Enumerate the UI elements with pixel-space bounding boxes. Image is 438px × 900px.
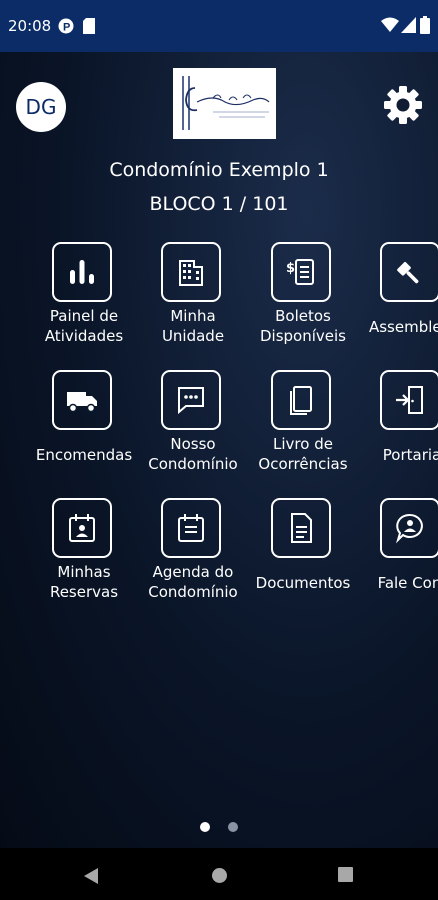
home-icon[interactable]	[212, 868, 227, 883]
tile-icon-box	[52, 370, 112, 430]
tile-icon-box	[380, 370, 438, 430]
menu-tile-nosso-condominio[interactable]: Nosso Condomínio	[138, 370, 248, 490]
company-logo	[173, 68, 276, 139]
tile-label: Nosso Condomínio	[148, 435, 238, 473]
invoice-icon: $	[286, 259, 314, 285]
tile-icon-box	[271, 498, 331, 558]
tile-label: Agenda do Condomínio	[148, 563, 238, 601]
contact-icon	[395, 513, 423, 544]
sim-card-icon	[83, 18, 95, 38]
menu-tile-portaria[interactable]: Portaria	[357, 370, 438, 490]
status-bar: 20:08 P	[0, 0, 438, 52]
menu-tile-agenda-do-condominio[interactable]: Agenda do Condomínio	[138, 498, 248, 618]
condominium-name: Condomínio Exemplo 1	[109, 159, 329, 181]
status-time: 20:08	[8, 17, 52, 35]
recents-icon[interactable]	[338, 867, 353, 882]
tile-label: Livro de Ocorrências	[258, 435, 348, 473]
tile-icon-box	[161, 370, 221, 430]
tile-label: Painel de Atividades	[44, 307, 124, 345]
truck-icon	[67, 392, 97, 413]
page-indicator-2[interactable]	[228, 822, 238, 832]
document-icon	[291, 513, 312, 543]
building-icon	[179, 260, 203, 286]
tile-label: Assembleia	[368, 318, 438, 336]
tile-icon-box	[52, 242, 112, 302]
tile-label: Documentos	[255, 574, 351, 592]
menu-tile-assembleia[interactable]: Assembleia	[357, 242, 438, 362]
bar-chart-icon	[70, 260, 94, 284]
page-indicator-1[interactable]	[200, 822, 210, 832]
settings-button[interactable]	[383, 85, 423, 125]
menu-tile-documentos[interactable]: Documentos	[248, 498, 358, 618]
tile-label: Fale Com	[377, 574, 438, 592]
calendar-icon	[178, 514, 204, 542]
avatar[interactable]: DG	[16, 82, 66, 132]
menu-tile-encomendas[interactable]: Encomendas	[29, 370, 139, 490]
chat-icon	[178, 387, 204, 415]
tile-label: Boletos Disponíveis	[260, 307, 346, 345]
tile-icon-box: $	[271, 242, 331, 302]
svg-text:$: $	[286, 261, 295, 276]
tile-icon-box	[161, 498, 221, 558]
book-icon	[290, 386, 312, 415]
avatar-initials: DG	[25, 95, 57, 119]
door-icon	[396, 386, 423, 414]
menu-tile-minha-unidade[interactable]: Minha Unidade	[138, 242, 248, 362]
tile-label: Minha Unidade	[161, 307, 225, 345]
tile-icon-box	[271, 370, 331, 430]
tile-icon-box	[380, 242, 438, 302]
app-screen: 20:08 P DG Condomínio Exemplo 1 BLOCO 1 …	[0, 0, 438, 900]
gear-icon	[384, 86, 422, 124]
home-screen: DG Condomínio Exemplo 1 BLOCO 1 / 101 Pa…	[0, 52, 438, 848]
back-icon[interactable]	[84, 868, 98, 889]
tile-label: Portaria	[382, 446, 438, 464]
signal-icon	[401, 17, 416, 37]
svg-text:P: P	[63, 22, 70, 34]
tile-label: Minhas Reservas	[49, 563, 119, 601]
calendar-person-icon	[69, 514, 95, 542]
gavel-icon	[397, 262, 419, 284]
tile-icon-box	[161, 242, 221, 302]
menu-tile-livro-de-ocorrencias[interactable]: Livro de Ocorrências	[248, 370, 358, 490]
tile-label: Encomendas	[35, 446, 133, 464]
tile-icon-box	[380, 498, 438, 558]
battery-icon	[420, 16, 430, 38]
unit-name: BLOCO 1 / 101	[149, 193, 289, 215]
wifi-icon	[381, 17, 399, 37]
notification-p-icon: P	[58, 18, 74, 38]
menu-tile-boletos-disponiveis[interactable]: $ Boletos Disponíveis	[248, 242, 358, 362]
menu-tile-fale-com[interactable]: Fale Com	[357, 498, 438, 618]
menu-tile-minhas-reservas[interactable]: Minhas Reservas	[29, 498, 139, 618]
tile-icon-box	[52, 498, 112, 558]
menu-tile-painel-de-atividades[interactable]: Painel de Atividades	[29, 242, 139, 362]
